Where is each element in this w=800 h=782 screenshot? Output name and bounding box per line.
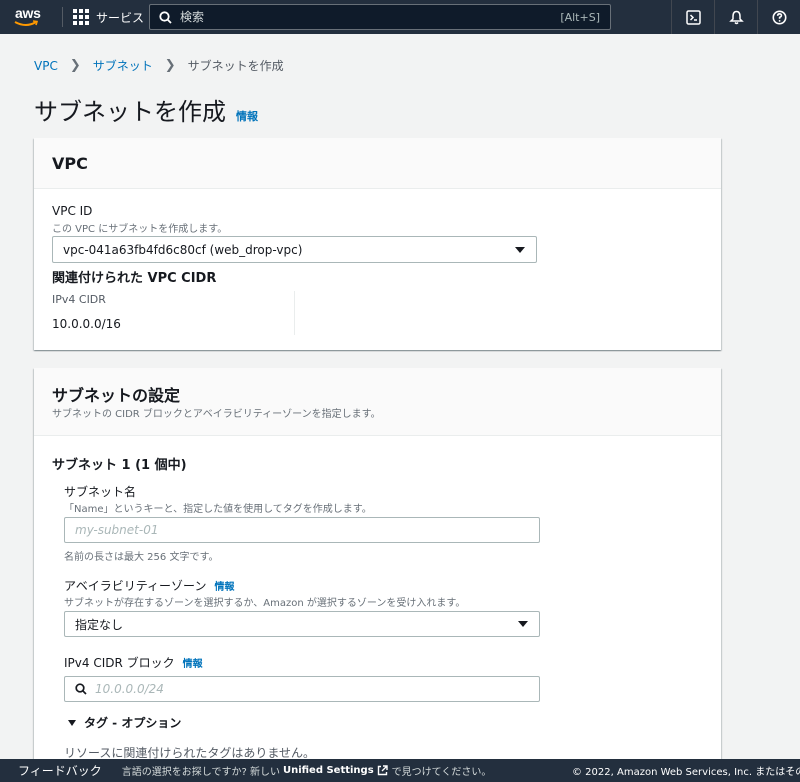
vpc-cidr-heading: 関連付けられた VPC CIDR (52, 271, 217, 286)
subnet-panel-header: サブネットの設定 サブネットの CIDR ブロックとアベイラビリティーゾーンを指… (34, 368, 721, 436)
ipv4-cidr-value: 10.0.0.0/16 (52, 317, 121, 331)
search-bar[interactable]: [Alt+S] (149, 4, 611, 30)
subnet-panel-description: サブネットの CIDR ブロックとアベイラビリティーゾーンを指定します。 (52, 409, 381, 420)
nav-divider (62, 7, 63, 27)
availability-zone-selected-value: 指定なし (75, 617, 124, 632)
subnet-settings-panel: サブネットの設定 サブネットの CIDR ブロックとアベイラビリティーゾーンを指… (34, 368, 721, 759)
grid-icon (73, 9, 89, 25)
notifications-button[interactable] (714, 0, 757, 34)
ipv4-cidr-block-info-link[interactable]: 情報 (183, 655, 203, 670)
unified-settings-link[interactable]: Unified Settings (283, 765, 374, 776)
help-button[interactable] (757, 0, 800, 34)
top-navigation: aws サービス [Alt+S] (0, 0, 800, 34)
caret-down-icon (515, 246, 525, 253)
availability-zone-label-row: アベイラビリティーゾーン 情報 (64, 577, 234, 594)
availability-zone-info-link[interactable]: 情報 (214, 578, 234, 593)
language-notice-suffix: で見つけてください。 (391, 767, 492, 778)
services-label: サービス (96, 10, 145, 25)
vpc-id-select[interactable]: vpc-041a63fb4fd6c80cf (web_drop-vpc) (52, 236, 537, 263)
availability-zone-label: アベイラビリティーゾーン (64, 579, 207, 593)
subnet-name-hint: 名前の長さは最大 256 文字です。 (64, 552, 219, 563)
vpc-id-label: VPC ID (52, 204, 93, 218)
search-icon (75, 683, 87, 695)
cloudshell-icon (685, 9, 701, 25)
ipv4-cidr-block-input[interactable] (95, 682, 539, 696)
subnet-1-heading: サブネット 1 (1 個中) (52, 458, 187, 473)
page-info-link[interactable]: 情報 (236, 108, 258, 124)
search-icon (159, 10, 172, 24)
aws-logo[interactable]: aws (12, 3, 56, 31)
breadcrumb-current: サブネットを作成 (187, 59, 284, 73)
subnet-name-input[interactable] (75, 523, 539, 537)
vpc-id-description: この VPC にサブネットを作成します。 (52, 224, 228, 235)
subnet-name-label: サブネット名 (64, 485, 137, 499)
breadcrumb: VPC ❯ サブネット ❯ サブネットを作成 (34, 57, 284, 74)
search-input[interactable] (180, 10, 561, 24)
aws-smile-icon (14, 20, 39, 26)
subnet-name-field[interactable] (64, 517, 540, 543)
help-icon (772, 10, 786, 24)
tags-expander[interactable]: タグ - オプション (68, 714, 181, 731)
availability-zone-select[interactable]: 指定なし (64, 611, 540, 637)
aws-logo-text: aws (15, 5, 41, 21)
tags-empty-message: リソースに関連付けられたタグはありません。 (64, 746, 316, 759)
vpc-id-selected-value: vpc-041a63fb4fd6c80cf (web_drop-vpc) (63, 242, 303, 257)
chevron-right-icon: ❯ (164, 58, 176, 73)
caret-down-icon (68, 719, 76, 726)
ipv4-cidr-label: IPv4 CIDR (52, 293, 106, 306)
cloudshell-button[interactable] (671, 0, 714, 34)
nav-icon-group (671, 0, 800, 34)
copyright-text: © 2022, Amazon Web Services, Inc. またはその関… (572, 767, 800, 778)
vpc-panel-title: VPC (52, 153, 88, 173)
subnet-name-description: 「Name」というキーと、指定した値を使用してタグを作成します。 (64, 504, 372, 515)
ipv4-cidr-block-label-row: IPv4 CIDR ブロック 情報 (64, 654, 203, 671)
search-shortcut-hint: [Alt+S] (560, 10, 600, 24)
ipv4-cidr-block-label: IPv4 CIDR ブロック (64, 656, 175, 670)
ipv4-cidr-block-field[interactable] (64, 676, 540, 702)
breadcrumb-subnets-link[interactable]: サブネット (93, 57, 153, 74)
vpc-panel: VPC VPC ID この VPC にサブネットを作成します。 vpc-041a… (34, 138, 721, 350)
column-divider (294, 291, 295, 335)
language-notice-prefix: 言語の選択をお探しですか? 新しい (121, 767, 280, 778)
feedback-link[interactable]: フィードバック (18, 762, 102, 779)
page-title-text: サブネットを作成 (34, 98, 226, 126)
subnet-panel-title: サブネットの設定 (52, 386, 181, 405)
notifications-icon (728, 10, 744, 24)
vpc-panel-header: VPC (34, 138, 721, 189)
page-title: サブネットを作成 情報 (34, 92, 258, 127)
services-menu-button[interactable]: サービス (73, 9, 144, 26)
breadcrumb-vpc-link[interactable]: VPC (34, 59, 58, 73)
caret-down-icon (518, 621, 528, 627)
language-notice: 言語の選択をお探しですか? 新しい Unified Settings で見つけて… (122, 763, 492, 778)
external-link-icon (377, 765, 388, 776)
tags-expander-label: タグ - オプション (84, 716, 182, 730)
footer: フィードバック 言語の選択をお探しですか? 新しい Unified Settin… (0, 759, 800, 782)
chevron-right-icon: ❯ (69, 58, 81, 73)
availability-zone-description: サブネットが存在するゾーンを選択するか、Amazon が選択するゾーンを受け入れ… (64, 598, 466, 609)
